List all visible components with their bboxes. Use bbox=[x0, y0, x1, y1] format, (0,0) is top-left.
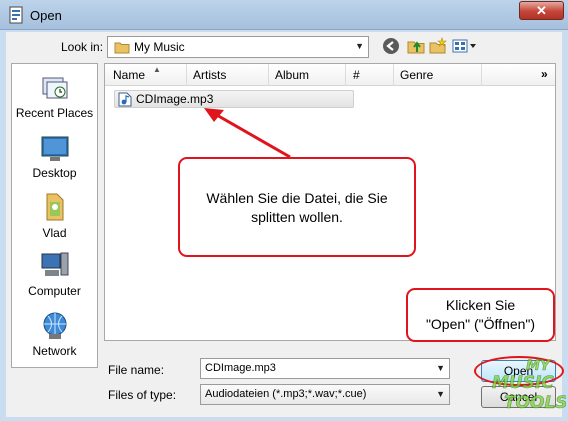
callout-line: Wählen Sie die Datei, die Sie bbox=[206, 190, 388, 206]
arrow-line bbox=[214, 112, 291, 159]
svg-text:MUSIC: MUSIC bbox=[492, 373, 554, 393]
callout-line: "Open" ("Öffnen") bbox=[425, 316, 536, 332]
callout-line: Klicken Sie bbox=[445, 297, 516, 313]
open-hint-callout: Klicken Sie "Open" ("Öffnen") bbox=[406, 288, 555, 342]
select-file-callout: Wählen Sie die Datei, die Sie splitten w… bbox=[178, 157, 416, 257]
svg-text:TOOLS: TOOLS bbox=[504, 393, 566, 413]
arrow-head bbox=[204, 108, 224, 122]
callout-line: splitten wollen. bbox=[251, 209, 343, 225]
svg-text:MY: MY bbox=[526, 358, 552, 374]
my-music-tools-logo: MY MUSIC TOOLS bbox=[492, 358, 566, 414]
